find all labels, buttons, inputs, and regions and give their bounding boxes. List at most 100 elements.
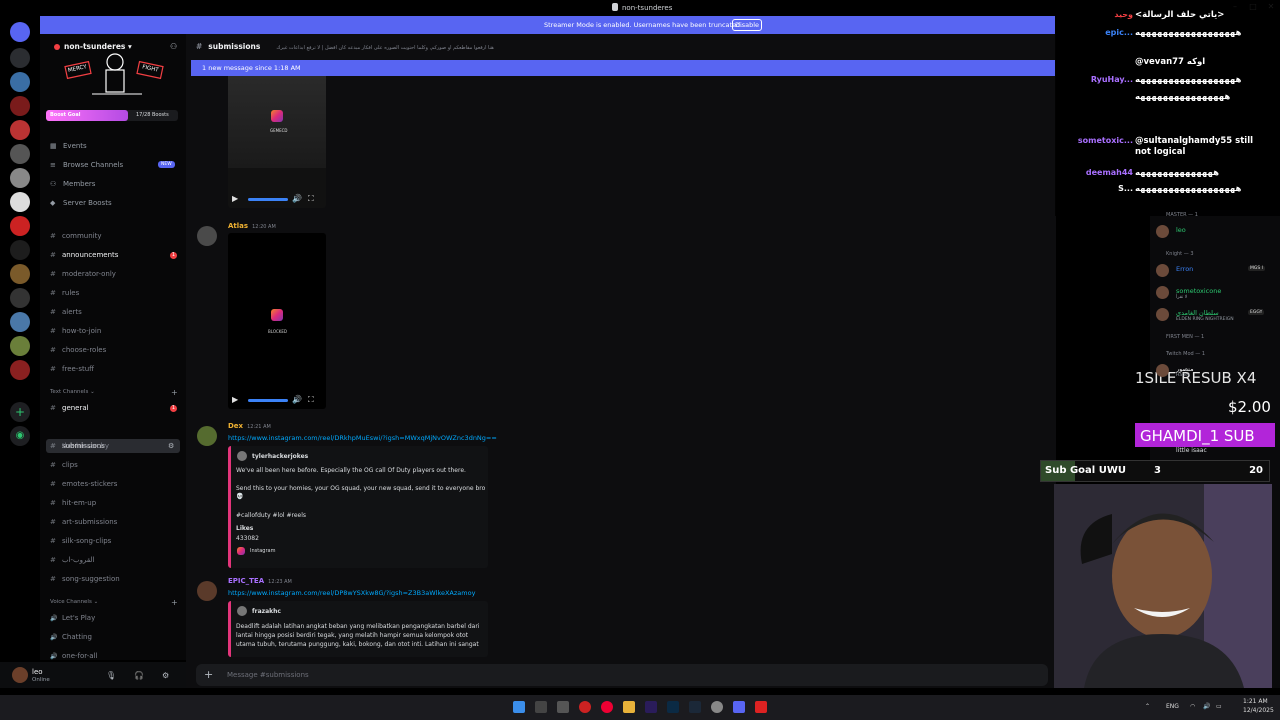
discover-icon[interactable]: ◉ — [10, 426, 30, 446]
avatar[interactable] — [197, 581, 217, 601]
premiere-icon[interactable] — [645, 701, 657, 713]
channel-item[interactable]: # القروب-اب — [50, 556, 95, 564]
battery-icon[interactable]: ▭ — [1216, 703, 1222, 710]
avatar[interactable] — [1156, 264, 1169, 277]
server-icon[interactable] — [10, 264, 30, 284]
voice-channel-item[interactable]: 🔊 one-for-all — [50, 652, 97, 660]
channel-item[interactable]: # the-hierarchy — [50, 442, 109, 450]
wifi-icon[interactable]: ◠ — [1190, 703, 1195, 710]
server-icon[interactable] — [10, 48, 30, 68]
server-icon[interactable] — [10, 216, 30, 236]
volume-icon[interactable]: 🔊 — [1203, 703, 1210, 710]
message-link[interactable]: https://www.instagram.com/reel/DP8wYSXkw… — [228, 589, 475, 597]
photoshop-icon[interactable] — [667, 701, 679, 713]
message-composer[interactable]: + Message #submissions — [196, 664, 1048, 686]
server-icon[interactable] — [10, 240, 30, 260]
clock-date[interactable]: 12/4/2025 — [1243, 707, 1274, 714]
channel-item[interactable]: # song-suggestion — [50, 575, 120, 583]
avatar[interactable] — [197, 426, 217, 446]
server-icon[interactable] — [10, 288, 30, 308]
obs-icon[interactable] — [711, 701, 723, 713]
nav-events[interactable]: ▦ Events — [50, 142, 87, 150]
channel-item[interactable]: # hit-em-up — [50, 499, 96, 507]
opera-icon[interactable] — [579, 701, 591, 713]
server-icon[interactable] — [10, 312, 30, 332]
steam-icon[interactable] — [689, 701, 701, 713]
app-icon[interactable] — [755, 701, 767, 713]
voice-channel-item[interactable]: 🔊 Let's Play — [50, 614, 95, 622]
settings-gear-icon[interactable]: ⚙ — [162, 671, 169, 680]
channel-item[interactable]: # general 1 — [50, 404, 177, 412]
fullscreen-icon[interactable]: ⛶ — [308, 194, 314, 204]
message-input[interactable]: Message #submissions — [227, 671, 309, 679]
avatar[interactable] — [12, 667, 28, 683]
avatar[interactable] — [1156, 308, 1169, 321]
play-icon[interactable]: ▶ — [232, 194, 238, 203]
invite-icon[interactable]: ⚇ — [170, 42, 177, 51]
volume-icon[interactable]: 🔊 — [292, 395, 302, 404]
avatar[interactable] — [197, 226, 217, 246]
server-icon[interactable] — [10, 96, 30, 116]
channel-item[interactable]: # how-to-join — [50, 327, 101, 335]
channel-topic[interactable]: هنا ارفعوا مقاطعكم او صوركم, وكلما احتوي… — [276, 45, 493, 51]
voice-channels-category[interactable]: Voice Channels ⌄ — [50, 599, 98, 605]
channel-item[interactable]: # silk-song-clips — [50, 537, 111, 545]
server-icon[interactable] — [10, 72, 30, 92]
server-icon[interactable] — [10, 360, 30, 380]
fullscreen-icon[interactable]: ⛶ — [308, 395, 314, 405]
server-icon[interactable] — [10, 120, 30, 140]
clock-time[interactable]: 1:21 AM — [1243, 698, 1268, 705]
server-icon[interactable] — [10, 144, 30, 164]
headphones-icon[interactable]: 🎧 — [134, 671, 144, 680]
disable-button[interactable]: Disable — [732, 19, 762, 31]
search-icon[interactable] — [535, 701, 547, 713]
channel-settings-icon[interactable]: ⚙ — [168, 439, 174, 453]
video-progress-bar[interactable] — [248, 198, 288, 201]
video-player[interactable]: BLOCKED ▶ 🔊 ⛶ — [228, 233, 326, 409]
add-server-icon[interactable]: + — [10, 402, 30, 422]
avatar[interactable] — [1156, 225, 1169, 238]
avatar[interactable] — [1156, 364, 1169, 377]
play-icon[interactable]: ▶ — [232, 395, 238, 404]
channel-item[interactable]: # art-submissions — [50, 518, 117, 526]
server-icon[interactable] — [10, 336, 30, 356]
text-channels-category[interactable]: Text Channels ⌄ — [50, 389, 95, 395]
channel-item[interactable]: # rules — [50, 289, 79, 297]
opera-gx-icon[interactable] — [601, 701, 613, 713]
add-channel-icon[interactable]: + — [171, 388, 178, 397]
add-attachment-icon[interactable]: + — [204, 668, 213, 681]
video-progress-bar[interactable] — [248, 399, 288, 402]
new-messages-bar[interactable]: 1 new message since 1:18 AM — [191, 60, 1055, 76]
home-server-icon[interactable] — [10, 22, 30, 42]
channel-item[interactable]: # choose-roles — [50, 346, 106, 354]
avatar[interactable] — [1156, 286, 1169, 299]
file-explorer-icon[interactable] — [623, 701, 635, 713]
channel-item[interactable]: # moderator-only — [50, 270, 116, 278]
volume-icon[interactable]: 🔊 — [292, 194, 302, 203]
channel-item[interactable]: # emotes-stickers — [50, 480, 117, 488]
embed-author[interactable]: tylerhackerjokes — [252, 453, 308, 460]
discord-icon[interactable] — [733, 701, 745, 713]
channel-item[interactable]: # announcements 1 — [50, 251, 177, 259]
server-icon[interactable] — [10, 168, 30, 188]
server-icon[interactable] — [10, 192, 30, 212]
member-name[interactable]: little isaac — [1176, 447, 1207, 454]
nav-server-boosts[interactable]: ◆ Server Boosts — [50, 199, 112, 207]
channel-item[interactable]: # clips — [50, 461, 78, 469]
language-indicator[interactable]: ENG — [1166, 703, 1179, 710]
tray-expand-icon[interactable]: ⌃ — [1145, 703, 1150, 710]
member-name[interactable]: sometoxicone — [1176, 287, 1221, 295]
video-player[interactable]: GEMECD ▶ 🔊 ⛶ — [228, 76, 326, 208]
add-voice-channel-icon[interactable]: + — [171, 598, 178, 607]
task-view-icon[interactable] — [557, 701, 569, 713]
message-author[interactable]: Dex 12:21 AM — [228, 422, 271, 430]
embed-author[interactable]: frazakhc — [252, 608, 281, 615]
member-name[interactable]: Erron — [1176, 265, 1193, 273]
channel-item[interactable]: # free-stuff — [50, 365, 94, 373]
message-author[interactable]: EPIC_TEA 12:23 AM — [228, 577, 292, 585]
nav-browse-channels[interactable]: ≡ Browse Channels NEW — [50, 161, 180, 169]
member-name[interactable]: سلطان الغامدي — [1176, 309, 1219, 317]
boost-goal[interactable]: Boost Goal 17/28 Boosts — [46, 110, 178, 121]
message-link[interactable]: https://www.instagram.com/reel/DRkhpMuEs… — [228, 434, 497, 442]
message-author[interactable]: Atlas 12:20 AM — [228, 222, 276, 230]
